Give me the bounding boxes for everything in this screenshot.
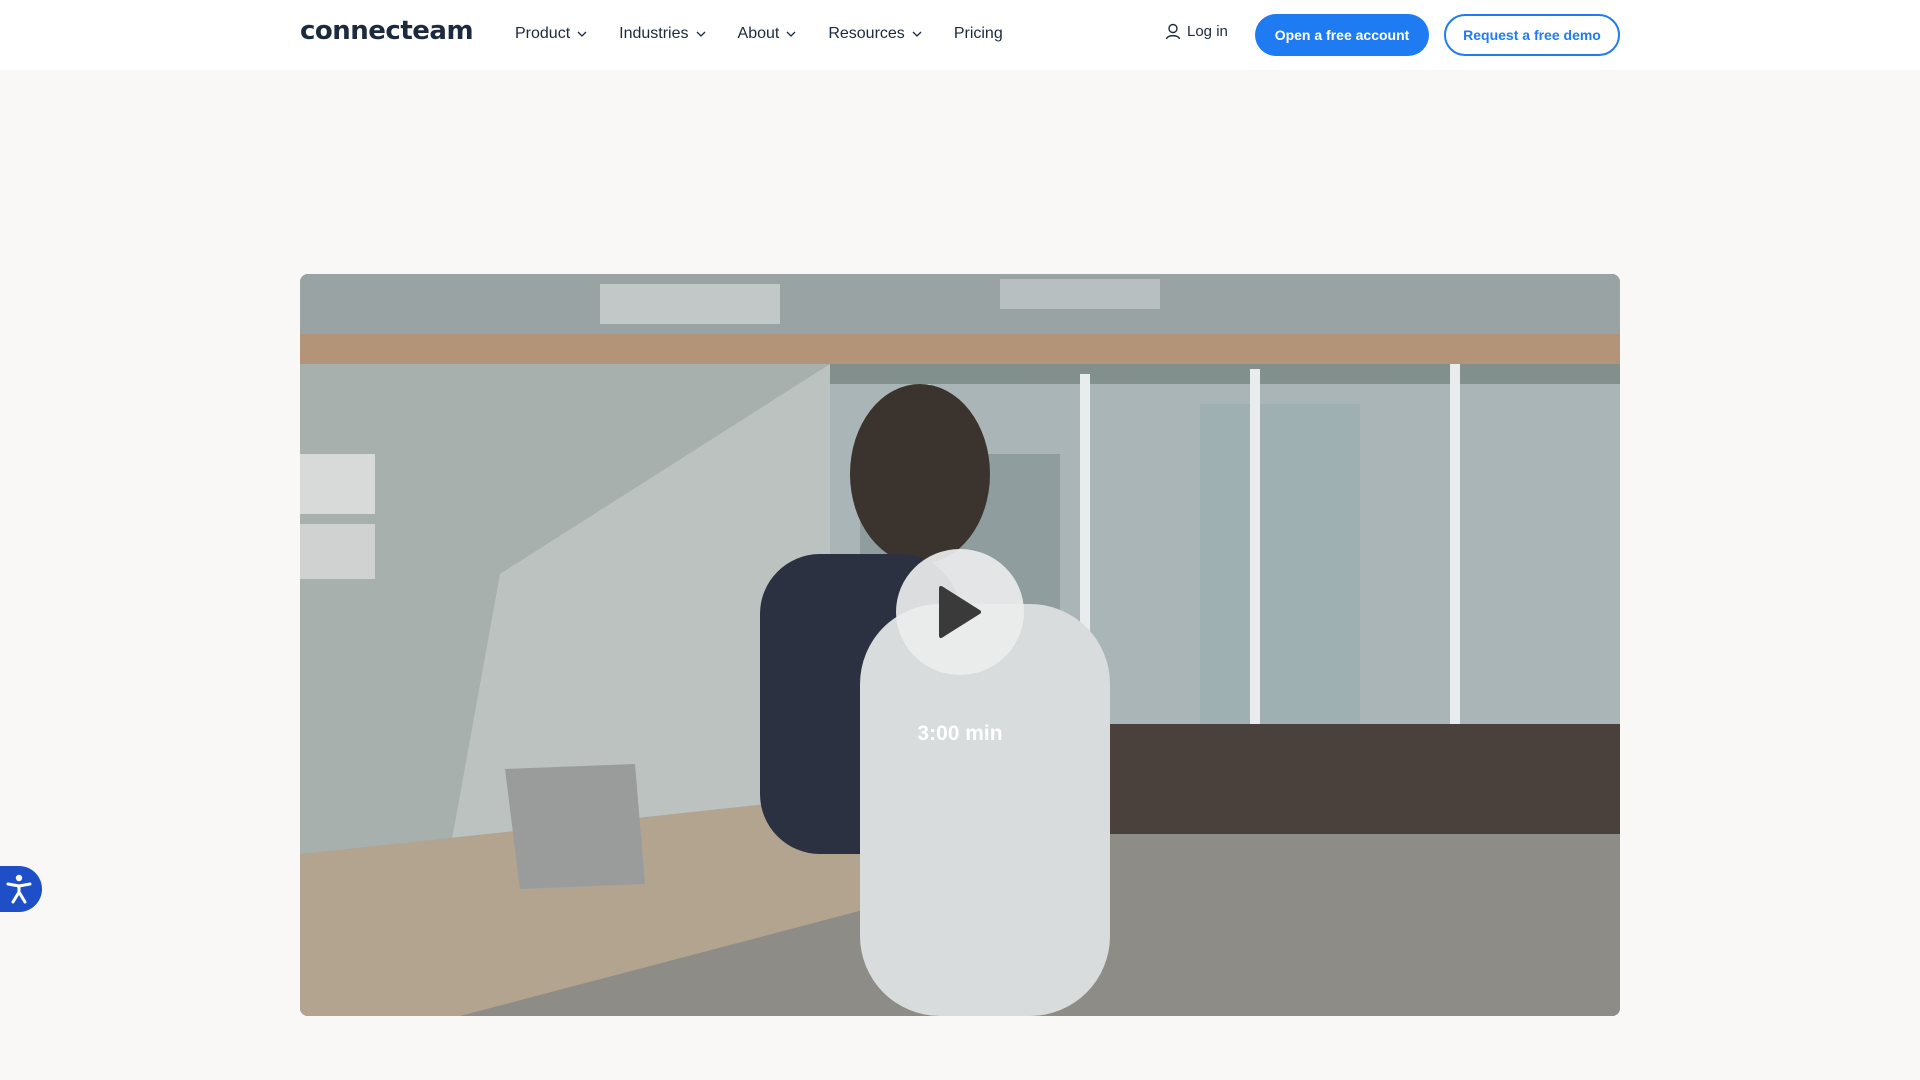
accessibility-button[interactable]: [0, 866, 42, 912]
nav-item-label: Pricing: [953, 25, 1003, 42]
play-button[interactable]: [896, 549, 1024, 675]
nav-item-label: Resources: [828, 25, 905, 42]
chevron-down-icon: [786, 29, 796, 39]
chevron-down-icon: [696, 29, 706, 39]
login-label: Log in: [1187, 23, 1228, 40]
nav-item-label: About: [737, 25, 780, 42]
nav-item-product[interactable]: Product: [515, 22, 587, 46]
open-free-account-button[interactable]: Open a free account: [1255, 14, 1429, 56]
play-icon: [939, 586, 981, 638]
nav-item-label: Product: [515, 25, 571, 42]
connecteam-logo[interactable]: connecteam: [300, 16, 474, 46]
nav-item-label: Industries: [619, 25, 689, 42]
chevron-down-icon: [577, 29, 587, 39]
video-duration: 3:00 min: [917, 722, 1003, 745]
video-player[interactable]: 3:00 min: [300, 274, 1620, 1016]
nav-item-about[interactable]: About: [738, 22, 797, 46]
nav-item-industries[interactable]: Industries: [619, 22, 705, 46]
nav-item-resources[interactable]: Resources: [828, 22, 922, 46]
login-link[interactable]: Log in: [1165, 23, 1228, 40]
main-nav: Product Industries About Resources Prici…: [515, 22, 1035, 46]
accessibility-icon: [6, 874, 32, 904]
site-header: connecteam Product Industries About Reso…: [0, 0, 1920, 70]
nav-item-pricing[interactable]: Pricing: [954, 22, 1003, 46]
chevron-down-icon: [912, 29, 922, 39]
user-icon: [1165, 23, 1181, 40]
request-free-demo-button[interactable]: Request a free demo: [1444, 14, 1620, 56]
